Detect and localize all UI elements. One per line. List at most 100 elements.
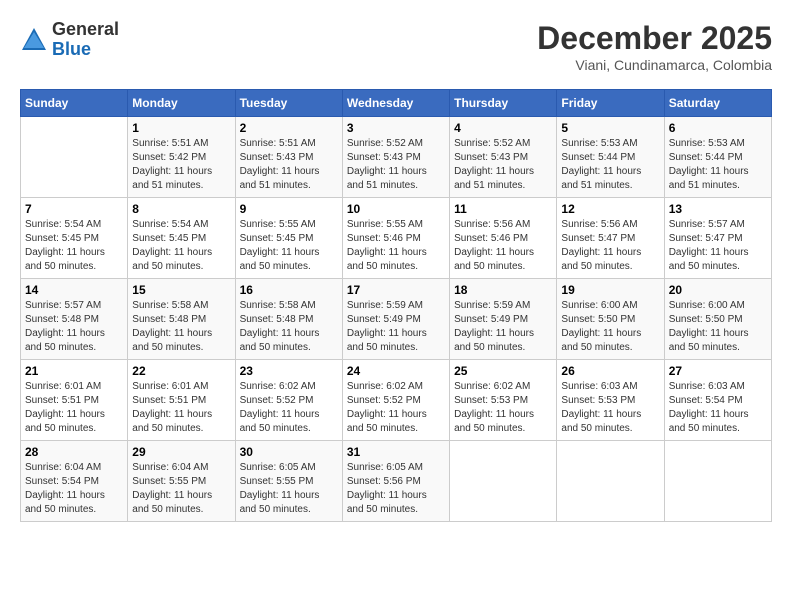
day-number: 3 bbox=[347, 121, 445, 135]
day-number: 20 bbox=[669, 283, 767, 297]
day-cell: 8 Sunrise: 5:54 AMSunset: 5:45 PMDaylight… bbox=[128, 198, 235, 279]
day-info: Sunrise: 5:55 AMSunset: 5:46 PMDaylight:… bbox=[347, 218, 445, 274]
day-number: 24 bbox=[347, 364, 445, 378]
day-number: 16 bbox=[240, 283, 338, 297]
weekday-header-wednesday: Wednesday bbox=[342, 90, 449, 117]
day-cell: 28 Sunrise: 6:04 AMSunset: 5:54 PMDayligh… bbox=[21, 441, 128, 522]
day-number: 14 bbox=[25, 283, 123, 297]
day-number: 17 bbox=[347, 283, 445, 297]
day-number: 7 bbox=[25, 202, 123, 216]
day-info: Sunrise: 5:52 AMSunset: 5:43 PMDaylight:… bbox=[347, 137, 445, 193]
day-cell: 12 Sunrise: 5:56 AMSunset: 5:47 PMDayligh… bbox=[557, 198, 664, 279]
day-cell: 6 Sunrise: 5:53 AMSunset: 5:44 PMDaylight… bbox=[664, 117, 771, 198]
day-number: 15 bbox=[132, 283, 230, 297]
day-cell: 29 Sunrise: 6:04 AMSunset: 5:55 PMDayligh… bbox=[128, 441, 235, 522]
day-cell: 25 Sunrise: 6:02 AMSunset: 5:53 PMDayligh… bbox=[450, 360, 557, 441]
weekday-header-tuesday: Tuesday bbox=[235, 90, 342, 117]
day-number: 19 bbox=[561, 283, 659, 297]
day-info: Sunrise: 5:57 AMSunset: 5:48 PMDaylight:… bbox=[25, 299, 123, 355]
day-cell: 10Sunrise: 5:55 AMSunset: 5:46 PMDayligh… bbox=[342, 198, 449, 279]
day-number: 1 bbox=[132, 121, 230, 135]
day-info: Sunrise: 6:05 AMSunset: 5:56 PMDaylight:… bbox=[347, 461, 445, 517]
day-info: Sunrise: 6:02 AMSunset: 5:53 PMDaylight:… bbox=[454, 380, 552, 436]
day-info: Sunrise: 6:05 AMSunset: 5:55 PMDaylight:… bbox=[240, 461, 338, 517]
day-number: 12 bbox=[561, 202, 659, 216]
day-info: Sunrise: 6:00 AMSunset: 5:50 PMDaylight:… bbox=[561, 299, 659, 355]
day-info: Sunrise: 5:52 AMSunset: 5:43 PMDaylight:… bbox=[454, 137, 552, 193]
day-cell: 27 Sunrise: 6:03 AMSunset: 5:54 PMDayligh… bbox=[664, 360, 771, 441]
calendar-table: SundayMondayTuesdayWednesdayThursdayFrid… bbox=[20, 89, 772, 522]
day-info: Sunrise: 5:53 AMSunset: 5:44 PMDaylight:… bbox=[561, 137, 659, 193]
day-number: 27 bbox=[669, 364, 767, 378]
day-cell: 2Sunrise: 5:51 AMSunset: 5:43 PMDaylight… bbox=[235, 117, 342, 198]
weekday-header-row: SundayMondayTuesdayWednesdayThursdayFrid… bbox=[21, 90, 772, 117]
day-info: Sunrise: 5:51 AMSunset: 5:42 PMDaylight:… bbox=[132, 137, 230, 193]
title-block: December 2025 Viani, Cundinamarca, Colom… bbox=[537, 20, 772, 73]
day-cell: 26 Sunrise: 6:03 AMSunset: 5:53 PMDayligh… bbox=[557, 360, 664, 441]
day-cell: 16 Sunrise: 5:58 AMSunset: 5:48 PMDayligh… bbox=[235, 279, 342, 360]
day-cell: 18Sunrise: 5:59 AMSunset: 5:49 PMDayligh… bbox=[450, 279, 557, 360]
day-info: Sunrise: 5:56 AMSunset: 5:46 PMDaylight:… bbox=[454, 218, 552, 274]
day-info: Sunrise: 6:03 AMSunset: 5:54 PMDaylight:… bbox=[669, 380, 767, 436]
day-info: Sunrise: 6:04 AMSunset: 5:55 PMDaylight:… bbox=[132, 461, 230, 517]
day-number: 28 bbox=[25, 445, 123, 459]
calendar-title: December 2025 bbox=[537, 20, 772, 57]
week-row-1: 1 Sunrise: 5:51 AMSunset: 5:42 PMDaylight… bbox=[21, 117, 772, 198]
day-number: 25 bbox=[454, 364, 552, 378]
day-cell: 31Sunrise: 6:05 AMSunset: 5:56 PMDayligh… bbox=[342, 441, 449, 522]
weekday-header-friday: Friday bbox=[557, 90, 664, 117]
week-row-4: 21 Sunrise: 6:01 AMSunset: 5:51 PMDayligh… bbox=[21, 360, 772, 441]
week-row-2: 7 Sunrise: 5:54 AMSunset: 5:45 PMDaylight… bbox=[21, 198, 772, 279]
day-cell: 24Sunrise: 6:02 AMSunset: 5:52 PMDayligh… bbox=[342, 360, 449, 441]
day-info: Sunrise: 5:57 AMSunset: 5:47 PMDaylight:… bbox=[669, 218, 767, 274]
day-info: Sunrise: 5:54 AMSunset: 5:45 PMDaylight:… bbox=[25, 218, 123, 274]
logo-text: General Blue bbox=[52, 20, 119, 60]
weekday-header-sunday: Sunday bbox=[21, 90, 128, 117]
logo-icon bbox=[20, 26, 48, 54]
day-cell: 19 Sunrise: 6:00 AMSunset: 5:50 PMDayligh… bbox=[557, 279, 664, 360]
day-cell: 14 Sunrise: 5:57 AMSunset: 5:48 PMDayligh… bbox=[21, 279, 128, 360]
day-cell: 17Sunrise: 5:59 AMSunset: 5:49 PMDayligh… bbox=[342, 279, 449, 360]
day-info: Sunrise: 5:54 AMSunset: 5:45 PMDaylight:… bbox=[132, 218, 230, 274]
day-cell: 13 Sunrise: 5:57 AMSunset: 5:47 PMDayligh… bbox=[664, 198, 771, 279]
day-cell: 9Sunrise: 5:55 AMSunset: 5:45 PMDaylight… bbox=[235, 198, 342, 279]
day-number: 22 bbox=[132, 364, 230, 378]
day-number: 21 bbox=[25, 364, 123, 378]
day-number: 11 bbox=[454, 202, 552, 216]
page-header: General Blue December 2025 Viani, Cundin… bbox=[20, 20, 772, 73]
day-number: 13 bbox=[669, 202, 767, 216]
logo-general: General bbox=[52, 19, 119, 39]
day-info: Sunrise: 6:00 AMSunset: 5:50 PMDaylight:… bbox=[669, 299, 767, 355]
day-info: Sunrise: 5:53 AMSunset: 5:44 PMDaylight:… bbox=[669, 137, 767, 193]
day-info: Sunrise: 6:04 AMSunset: 5:54 PMDaylight:… bbox=[25, 461, 123, 517]
day-info: Sunrise: 6:03 AMSunset: 5:53 PMDaylight:… bbox=[561, 380, 659, 436]
day-cell bbox=[664, 441, 771, 522]
day-cell: 20 Sunrise: 6:00 AMSunset: 5:50 PMDayligh… bbox=[664, 279, 771, 360]
day-number: 18 bbox=[454, 283, 552, 297]
day-number: 2 bbox=[240, 121, 338, 135]
day-info: Sunrise: 5:58 AMSunset: 5:48 PMDaylight:… bbox=[240, 299, 338, 355]
day-info: Sunrise: 6:02 AMSunset: 5:52 PMDaylight:… bbox=[240, 380, 338, 436]
weekday-header-thursday: Thursday bbox=[450, 90, 557, 117]
day-cell: 22Sunrise: 6:01 AMSunset: 5:51 PMDayligh… bbox=[128, 360, 235, 441]
day-number: 26 bbox=[561, 364, 659, 378]
day-number: 29 bbox=[132, 445, 230, 459]
day-cell bbox=[450, 441, 557, 522]
logo-blue: Blue bbox=[52, 39, 91, 59]
day-cell: 7 Sunrise: 5:54 AMSunset: 5:45 PMDaylight… bbox=[21, 198, 128, 279]
day-cell: 11 Sunrise: 5:56 AMSunset: 5:46 PMDayligh… bbox=[450, 198, 557, 279]
weekday-header-saturday: Saturday bbox=[664, 90, 771, 117]
day-cell: 15Sunrise: 5:58 AMSunset: 5:48 PMDayligh… bbox=[128, 279, 235, 360]
day-info: Sunrise: 5:55 AMSunset: 5:45 PMDaylight:… bbox=[240, 218, 338, 274]
day-info: Sunrise: 6:01 AMSunset: 5:51 PMDaylight:… bbox=[25, 380, 123, 436]
logo: General Blue bbox=[20, 20, 119, 60]
day-cell: 3 Sunrise: 5:52 AMSunset: 5:43 PMDaylight… bbox=[342, 117, 449, 198]
day-cell bbox=[21, 117, 128, 198]
day-info: Sunrise: 5:56 AMSunset: 5:47 PMDaylight:… bbox=[561, 218, 659, 274]
day-number: 6 bbox=[669, 121, 767, 135]
weekday-header-monday: Monday bbox=[128, 90, 235, 117]
day-number: 23 bbox=[240, 364, 338, 378]
day-number: 8 bbox=[132, 202, 230, 216]
day-cell: 1 Sunrise: 5:51 AMSunset: 5:42 PMDaylight… bbox=[128, 117, 235, 198]
week-row-5: 28 Sunrise: 6:04 AMSunset: 5:54 PMDayligh… bbox=[21, 441, 772, 522]
